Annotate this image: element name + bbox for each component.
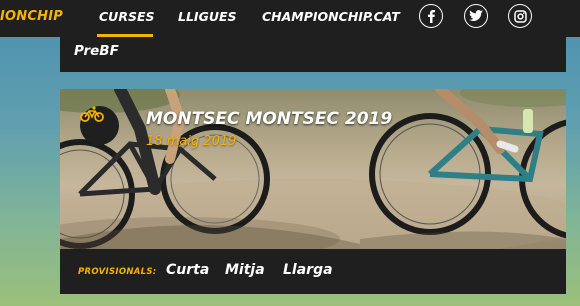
event-title[interactable]: MONTSEC MONTSEC 2019 [146,109,392,129]
previous-event-card[interactable]: PreBF [60,37,566,72]
bicycle-icon [80,106,119,145]
results-link-mitja[interactable]: Mitja [225,262,265,278]
brand-logo[interactable]: IONCHIP [0,9,63,24]
results-link-llarga[interactable]: Llarga [283,262,333,278]
nav-item-lligues[interactable]: LLIGUES [178,9,237,24]
twitter-icon[interactable] [464,4,488,28]
results-bar: PROVISIONALS: Curta Mitja Llarga [60,249,566,294]
facebook-icon[interactable] [419,4,443,28]
instagram-icon[interactable] [508,4,532,28]
results-label: PROVISIONALS: [78,267,157,277]
nav-item-curses[interactable]: CURSES [99,9,155,24]
top-navigation-bar: IONCHIP CURSES LLIGUES CHAMPIONCHIP.CAT [0,0,580,37]
previous-event-title[interactable]: PreBF [74,43,119,59]
event-card[interactable]: MONTSEC MONTSEC 2019 18 maig 2019 PROVIS… [60,89,566,294]
event-date: 18 maig 2019 [146,134,237,149]
results-link-curta[interactable]: Curta [166,262,209,278]
event-photo[interactable]: MONTSEC MONTSEC 2019 18 maig 2019 [60,89,566,249]
nav-item-championchip[interactable]: CHAMPIONCHIP.CAT [262,9,400,24]
